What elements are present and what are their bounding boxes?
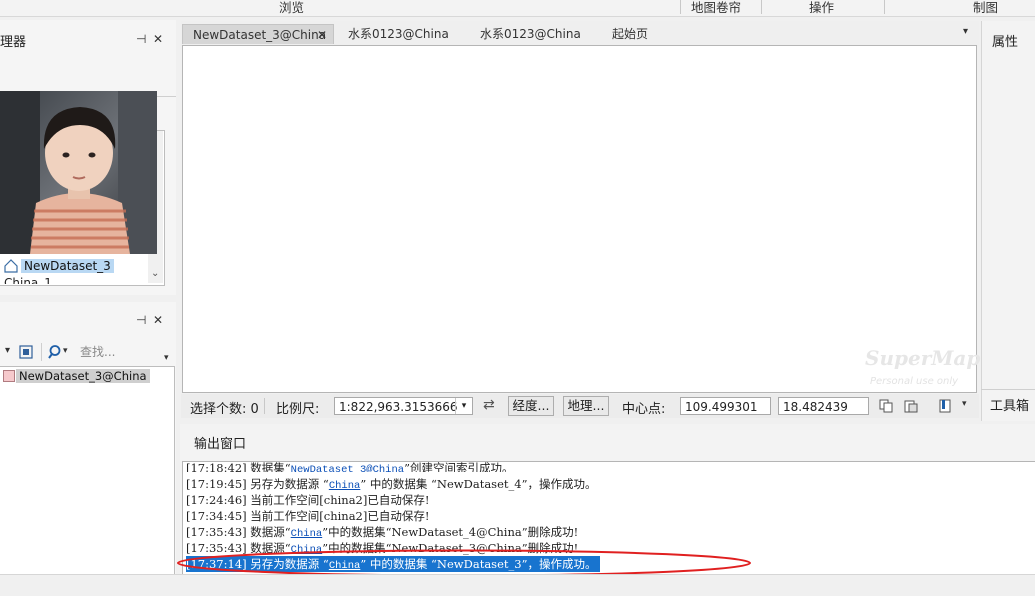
- search-icon[interactable]: [47, 344, 63, 360]
- ribbon-group-draw[interactable]: 制图: [973, 0, 998, 16]
- center-x-field[interactable]: 109.499301: [680, 397, 771, 415]
- properties-tab[interactable]: 属性: [992, 31, 1018, 50]
- dataset-icon: [4, 259, 18, 273]
- center-y-field[interactable]: 18.482439: [778, 397, 869, 415]
- ribbon-separator: [884, 0, 885, 14]
- log-line: [17:34:45] 当前工作空间[china2]已自动保存!: [186, 509, 430, 523]
- scale-label: 比例尺:: [276, 402, 320, 417]
- overlay-photo: [0, 91, 157, 254]
- pin-icon[interactable]: ⊣: [136, 313, 146, 327]
- scale-combobox[interactable]: 1:822,963.3153666 ▾: [334, 397, 473, 415]
- log-line: [17:35:43] 数据源“China”中的数据集“NewDataset_4@…: [186, 525, 579, 540]
- copy-icon[interactable]: [879, 399, 893, 413]
- search-options-icon[interactable]: ▾: [63, 346, 68, 356]
- panel-title: 理器: [0, 35, 27, 50]
- close-icon[interactable]: ✕: [153, 32, 163, 46]
- scale-value: 1:822,963.3153666: [339, 400, 458, 414]
- chevron-down-icon[interactable]: ▾: [455, 398, 472, 414]
- pin-icon[interactable]: ⊣: [136, 32, 146, 46]
- layer-list[interactable]: [0, 366, 175, 575]
- ribbon-group-labels: [0, 0, 1035, 17]
- tab-start-page[interactable]: 起始页: [612, 24, 648, 44]
- longitude-button[interactable]: 经度...: [508, 396, 554, 416]
- ribbon-group-browse[interactable]: 浏览: [279, 0, 304, 16]
- select-count: 选择个数: 0: [190, 402, 259, 417]
- bookmark-icon[interactable]: [938, 399, 952, 413]
- tree-item[interactable]: China_1: [4, 276, 52, 284]
- paste-icon[interactable]: [904, 399, 918, 413]
- log-line: [17:19:45] 另存为数据源 “China” 中的数据集 “NewData…: [186, 477, 597, 492]
- swap-icon[interactable]: ⇄: [483, 397, 495, 413]
- ribbon-group-operation[interactable]: 操作: [809, 0, 834, 16]
- region-layer-icon: [3, 370, 15, 382]
- map-canvas[interactable]: [182, 45, 977, 393]
- close-icon[interactable]: ✕: [317, 25, 327, 45]
- output-title: 输出窗口: [194, 437, 247, 452]
- map-layer-icon[interactable]: [19, 345, 33, 359]
- app-statusbar: [0, 574, 1035, 596]
- close-icon[interactable]: ✕: [153, 313, 163, 327]
- ribbon-separator: [761, 0, 762, 14]
- scroll-down-icon[interactable]: ⌄: [151, 268, 159, 279]
- ribbon-group-map-curtain[interactable]: 地图卷帘: [691, 0, 741, 16]
- log-line: [17:18:42] 数据集“NewDataset_3@China”创建空间索引…: [186, 461, 514, 472]
- divider: [264, 398, 265, 414]
- dropdown-arrow-icon[interactable]: ▾: [5, 345, 10, 356]
- tab-water-system-2[interactable]: 水系0123@China: [480, 24, 581, 44]
- toolbox-tab[interactable]: 工具箱: [990, 395, 1029, 414]
- log-line: [17:24:46] 当前工作空间[china2]已自动保存!: [186, 493, 430, 507]
- statusbar-more-icon[interactable]: ▾: [962, 399, 967, 409]
- geo-button[interactable]: 地理...: [563, 396, 609, 416]
- tab-label: NewDataset_3@China: [193, 28, 327, 42]
- tree-item-selected[interactable]: NewDataset_3: [21, 259, 114, 273]
- ribbon-separator: [680, 0, 681, 14]
- toolbar-separator: [41, 343, 42, 361]
- tab-water-system-1[interactable]: 水系0123@China: [348, 24, 449, 44]
- watermark-text: Personal use only: [870, 376, 959, 387]
- more-icon[interactable]: ▾: [164, 353, 169, 363]
- divider: [981, 389, 1035, 390]
- watermark-logo: SuperMap: [865, 346, 981, 370]
- center-label: 中心点:: [622, 402, 666, 417]
- right-side-panel: [981, 21, 1035, 421]
- tab-overflow-icon[interactable]: ▾: [963, 26, 968, 37]
- search-input[interactable]: 查找...: [74, 342, 164, 362]
- tab-newdataset3[interactable]: NewDataset_3@China ✕: [182, 24, 334, 44]
- layer-item[interactable]: NewDataset_3@China: [16, 369, 150, 383]
- tree-item-partial[interactable]: [0, 246, 157, 258]
